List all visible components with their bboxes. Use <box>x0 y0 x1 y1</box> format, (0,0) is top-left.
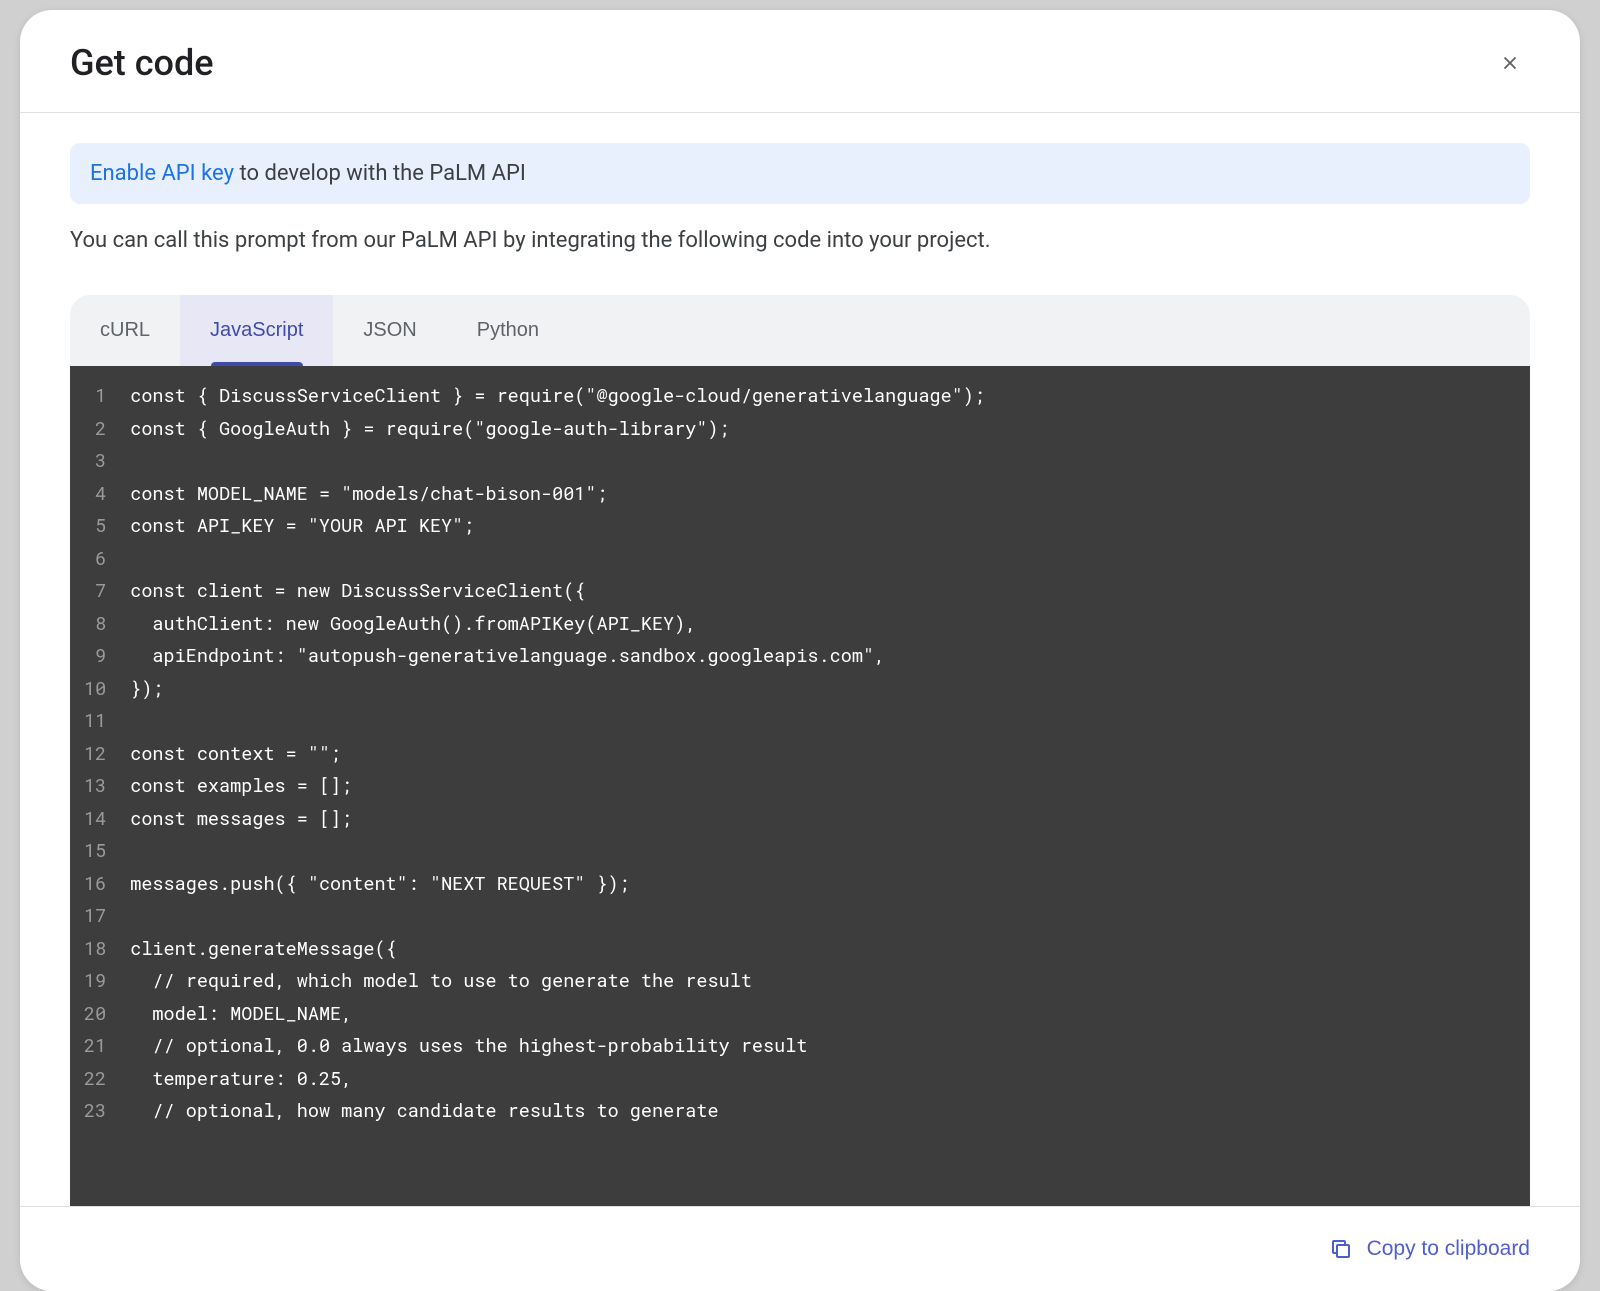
code-lines: const { DiscussServiceClient } = require… <box>130 380 1516 1192</box>
copy-icon <box>1329 1237 1353 1261</box>
copy-to-clipboard-button[interactable]: Copy to clipboard <box>1329 1237 1530 1261</box>
modal-content: Enable API key to develop with the PaLM … <box>20 113 1580 1206</box>
tab-python[interactable]: Python <box>447 295 569 366</box>
language-tabs: cURL JavaScript JSON Python <box>70 295 1530 366</box>
copy-label: Copy to clipboard <box>1367 1237 1530 1261</box>
close-icon <box>1499 52 1521 74</box>
modal-description: You can call this prompt from our PaLM A… <box>70 228 1530 253</box>
banner-text: to develop with the PaLM API <box>234 161 526 186</box>
code-container: cURL JavaScript JSON Python 123456789101… <box>70 295 1530 1206</box>
tab-json[interactable]: JSON <box>333 295 446 366</box>
close-button[interactable] <box>1490 43 1530 83</box>
enable-api-key-link[interactable]: Enable API key <box>90 161 234 186</box>
modal-title: Get code <box>70 42 214 84</box>
line-number-gutter: 1234567891011121314151617181920212223 <box>84 380 130 1192</box>
tab-javascript[interactable]: JavaScript <box>180 295 333 366</box>
tab-curl[interactable]: cURL <box>70 295 180 366</box>
modal-header: Get code <box>20 10 1580 113</box>
modal-footer: Copy to clipboard <box>20 1206 1580 1291</box>
code-block[interactable]: 1234567891011121314151617181920212223 co… <box>70 366 1530 1206</box>
api-key-banner: Enable API key to develop with the PaLM … <box>70 143 1530 204</box>
get-code-modal: Get code Enable API key to develop with … <box>20 10 1580 1291</box>
